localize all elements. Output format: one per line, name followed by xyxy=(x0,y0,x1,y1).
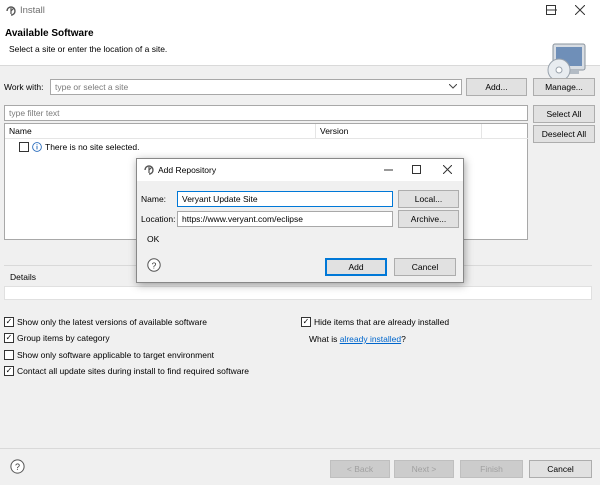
details-text xyxy=(4,286,592,300)
manage-sites-button[interactable]: Manage... xyxy=(533,78,595,96)
eclipse-dialog-icon xyxy=(144,165,154,175)
header-banner: Available Software Select a site or ente… xyxy=(0,22,600,82)
hide-installed-checkbox[interactable]: ✓ xyxy=(301,317,311,327)
filter-placeholder: type filter text xyxy=(9,108,60,118)
select-all-button[interactable]: Select All xyxy=(533,105,595,123)
add-button[interactable]: Add xyxy=(325,258,387,276)
latest-versions-checkbox[interactable]: ✓ xyxy=(4,317,14,327)
next-button[interactable]: Next > xyxy=(394,460,454,478)
group-by-category-checkbox[interactable]: ✓ xyxy=(4,333,14,343)
option-target-env[interactable]: Show only software applicable to target … xyxy=(4,350,214,360)
what-is-prefix: What is xyxy=(309,334,340,344)
contact-sites-label: Contact all update sites during install … xyxy=(17,366,249,376)
location-label: Location: xyxy=(141,214,176,224)
filter-input[interactable]: type filter text xyxy=(4,105,528,121)
maximize-button[interactable] xyxy=(546,5,556,15)
work-with-label: Work with: xyxy=(4,82,44,92)
finish-button[interactable]: Finish xyxy=(460,460,523,478)
help-icon[interactable]: ? xyxy=(147,258,161,272)
info-icon xyxy=(32,142,42,152)
close-icon[interactable] xyxy=(443,165,452,174)
back-button[interactable]: < Back xyxy=(330,460,390,478)
latest-versions-label: Show only the latest versions of availab… xyxy=(17,317,207,327)
page-title: Available Software xyxy=(5,28,94,39)
what-is-suffix: ? xyxy=(401,334,406,344)
dialog-title: Add Repository xyxy=(158,165,217,175)
deselect-all-button[interactable]: Deselect All xyxy=(533,125,595,143)
group-by-category-label: Group items by category xyxy=(17,333,110,343)
close-button[interactable] xyxy=(566,1,594,19)
chevron-down-icon xyxy=(449,84,457,89)
close-icon xyxy=(575,5,585,15)
dialog-status: OK xyxy=(147,234,160,244)
eclipse-app-icon xyxy=(6,6,16,16)
option-contact-sites[interactable]: ✓ Contact all update sites during instal… xyxy=(4,366,249,376)
local-button[interactable]: Local... xyxy=(398,190,459,208)
column-header-version[interactable]: Version xyxy=(316,124,482,139)
window-title-bar: Install xyxy=(0,0,600,22)
dialog-title-bar: Add Repository xyxy=(137,159,463,181)
work-with-placeholder: type or select a site xyxy=(55,82,129,92)
work-with-combo[interactable]: type or select a site xyxy=(50,79,462,95)
row-checkbox[interactable] xyxy=(19,142,29,152)
column-header-name[interactable]: Name xyxy=(5,124,316,139)
cancel-button[interactable]: Cancel xyxy=(529,460,592,478)
dialog-cancel-button[interactable]: Cancel xyxy=(394,258,456,276)
option-latest-versions[interactable]: ✓ Show only the latest versions of avail… xyxy=(4,317,207,327)
hide-installed-label: Hide items that are already installed xyxy=(314,317,450,327)
add-site-button[interactable]: Add... xyxy=(466,78,527,96)
help-icon[interactable]: ? xyxy=(10,459,25,474)
svg-text:?: ? xyxy=(15,462,20,472)
option-group-by-category[interactable]: ✓ Group items by category xyxy=(4,333,110,343)
row-text: There is no site selected. xyxy=(45,142,140,152)
contact-sites-checkbox[interactable]: ✓ xyxy=(4,366,14,376)
footer-separator xyxy=(0,448,600,449)
window-title: Install xyxy=(20,5,45,16)
svg-text:?: ? xyxy=(152,261,157,271)
already-installed-link[interactable]: already installed xyxy=(340,334,401,344)
maximize-icon[interactable] xyxy=(412,165,421,174)
name-input[interactable]: Veryant Update Site xyxy=(177,191,393,207)
what-is-installed: What is already installed? xyxy=(309,334,406,344)
minimize-icon[interactable] xyxy=(384,165,393,174)
table-row[interactable]: There is no site selected. xyxy=(19,142,140,152)
name-label: Name: xyxy=(141,194,167,204)
details-label: Details xyxy=(10,272,36,282)
target-env-checkbox[interactable] xyxy=(4,350,14,360)
location-input[interactable]: https://www.veryant.com/eclipse xyxy=(177,211,393,227)
column-header-spacer xyxy=(482,124,528,139)
add-repository-dialog: Add Repository Name: Veryant Update Site… xyxy=(136,158,464,283)
page-subtitle: Select a site or enter the location of a… xyxy=(9,44,168,54)
target-env-label: Show only software applicable to target … xyxy=(17,350,215,360)
archive-button[interactable]: Archive... xyxy=(398,210,459,228)
option-hide-installed[interactable]: ✓ Hide items that are already installed xyxy=(301,317,449,327)
